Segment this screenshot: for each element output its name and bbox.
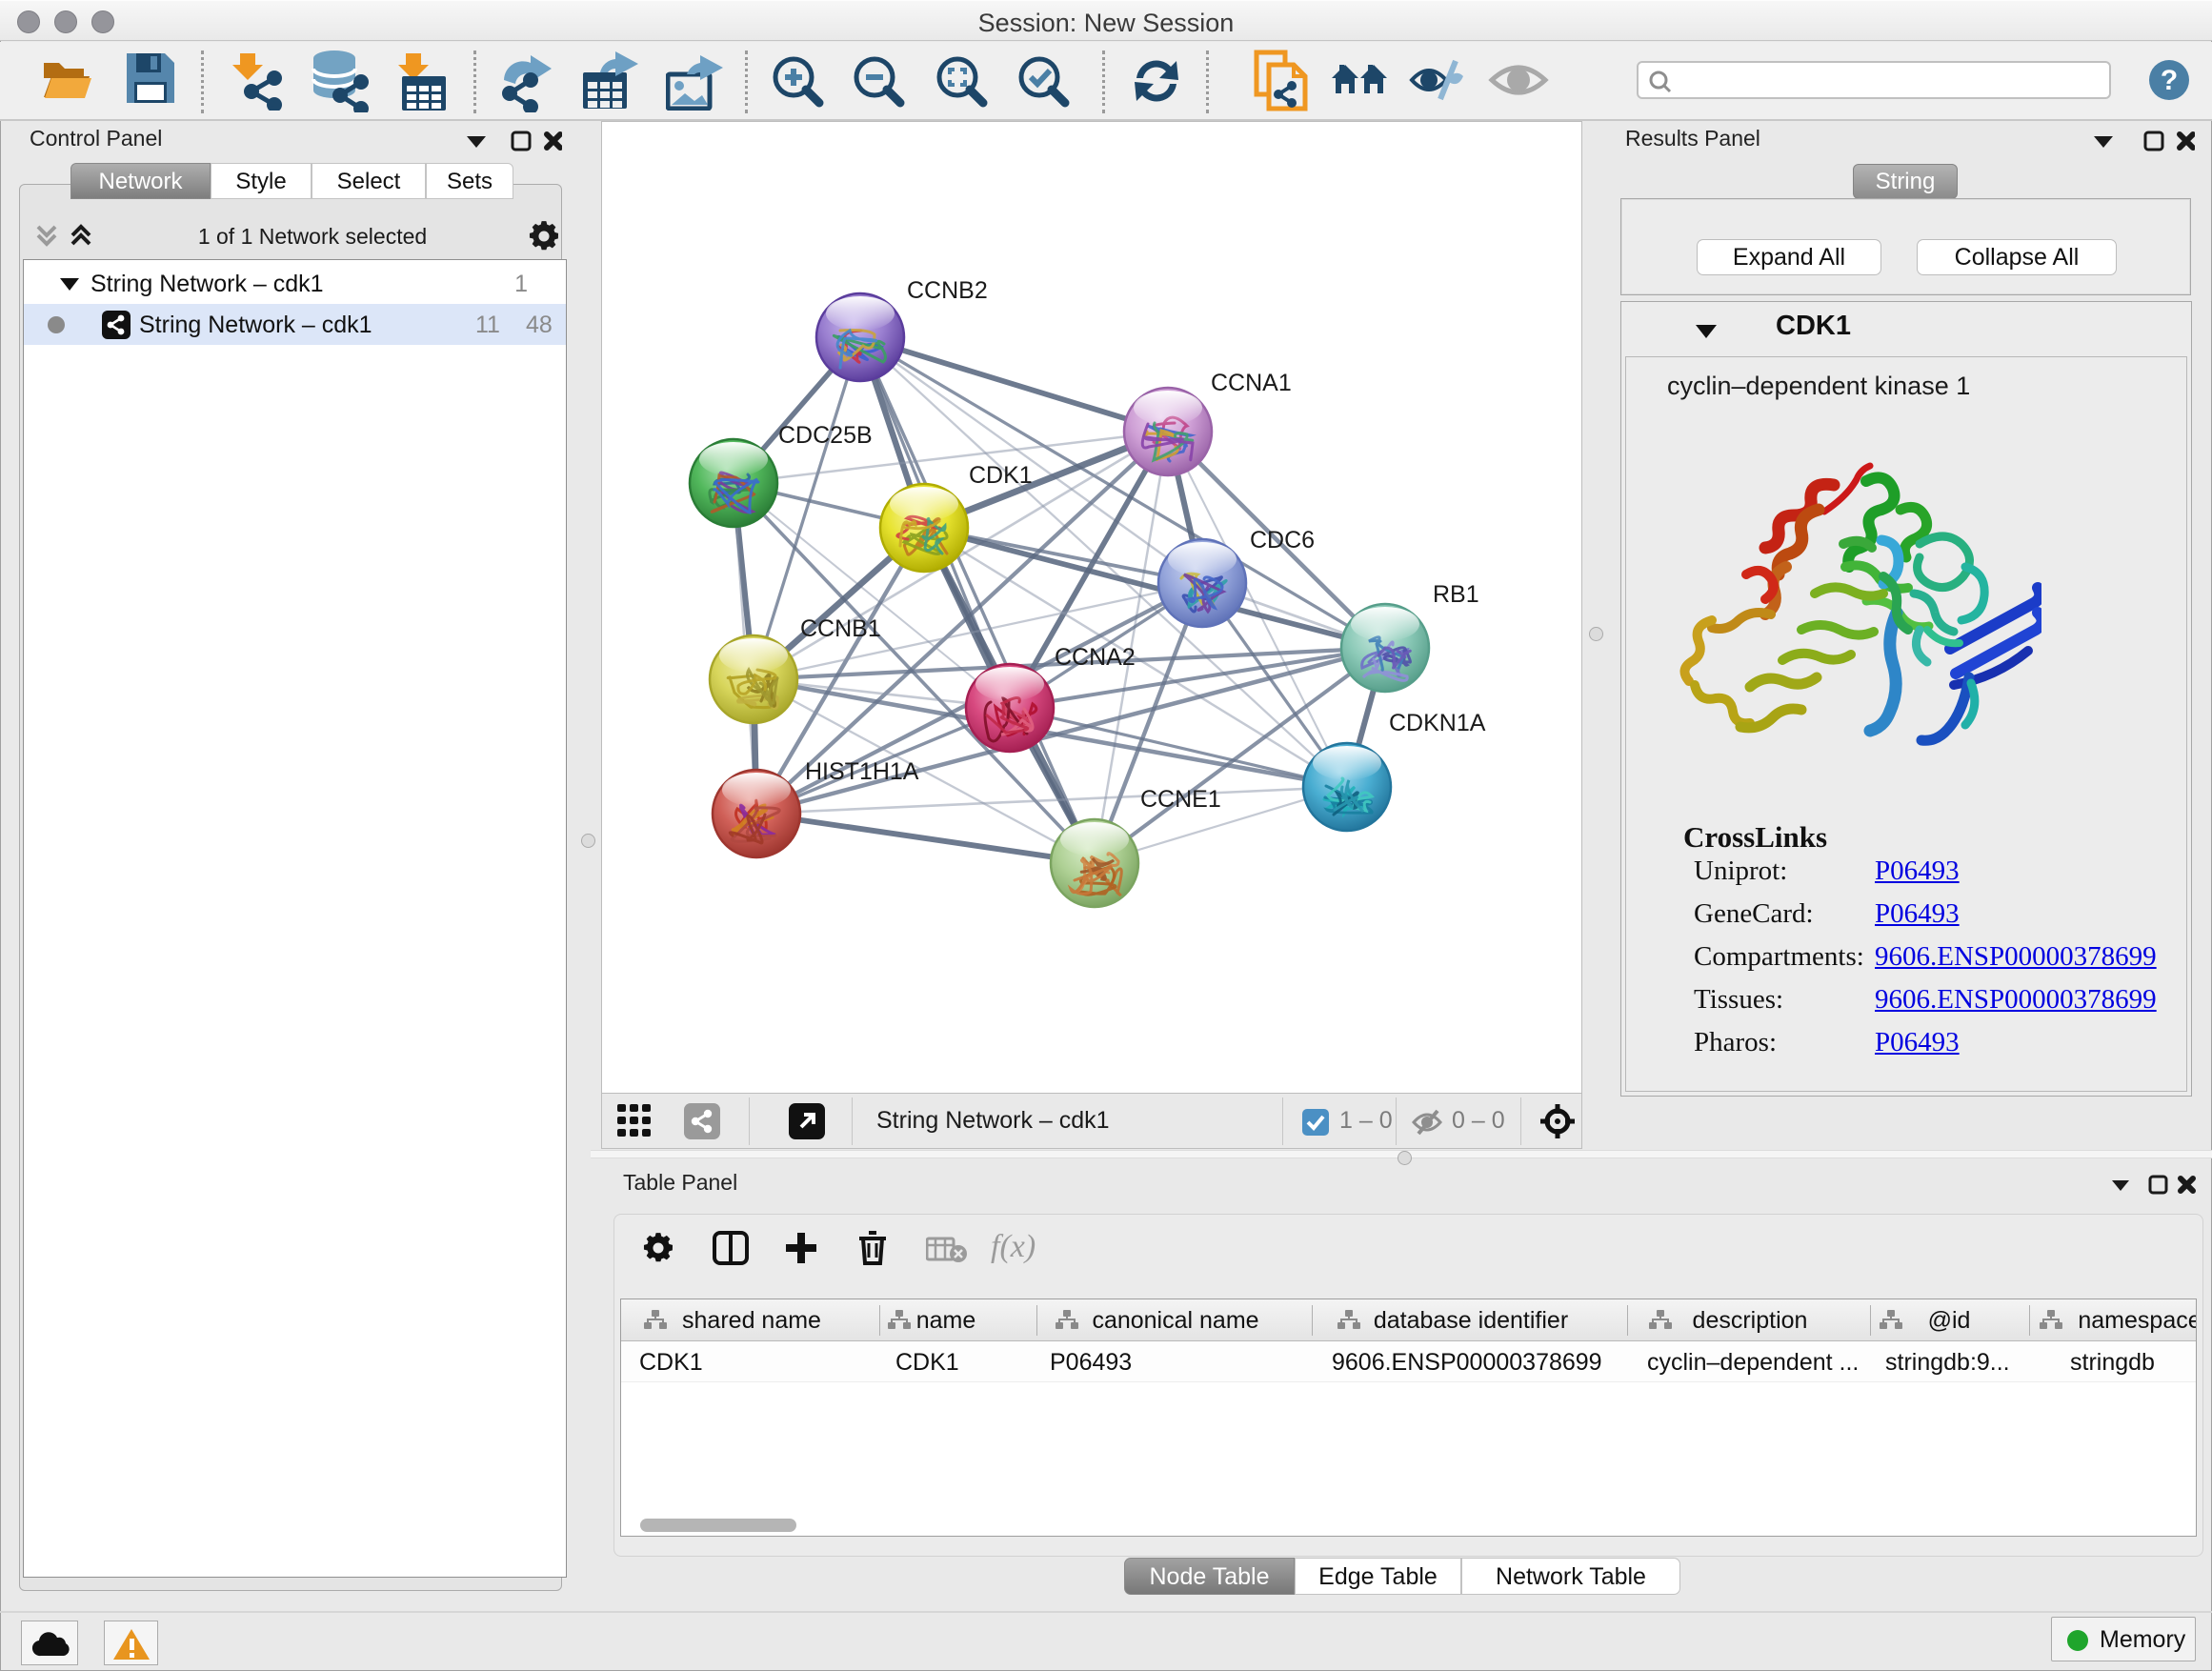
- svg-text:?: ?: [2161, 65, 2178, 96]
- svg-text:HIST1H1A: HIST1H1A: [805, 758, 919, 785]
- svg-text:CCNA2: CCNA2: [1055, 644, 1136, 671]
- svg-text:CCNA1: CCNA1: [1211, 370, 1292, 396]
- svg-text:CCNB1: CCNB1: [800, 615, 881, 642]
- svg-text:CCNB2: CCNB2: [907, 277, 988, 304]
- svg-text:RB1: RB1: [1433, 581, 1479, 608]
- svg-text:CCNE1: CCNE1: [1140, 786, 1221, 813]
- svg-text:CDC6: CDC6: [1250, 527, 1315, 554]
- svg-text:CDKN1A: CDKN1A: [1389, 710, 1486, 736]
- svg-text:CDK1: CDK1: [969, 462, 1033, 489]
- svg-text:CDC25B: CDC25B: [778, 422, 873, 449]
